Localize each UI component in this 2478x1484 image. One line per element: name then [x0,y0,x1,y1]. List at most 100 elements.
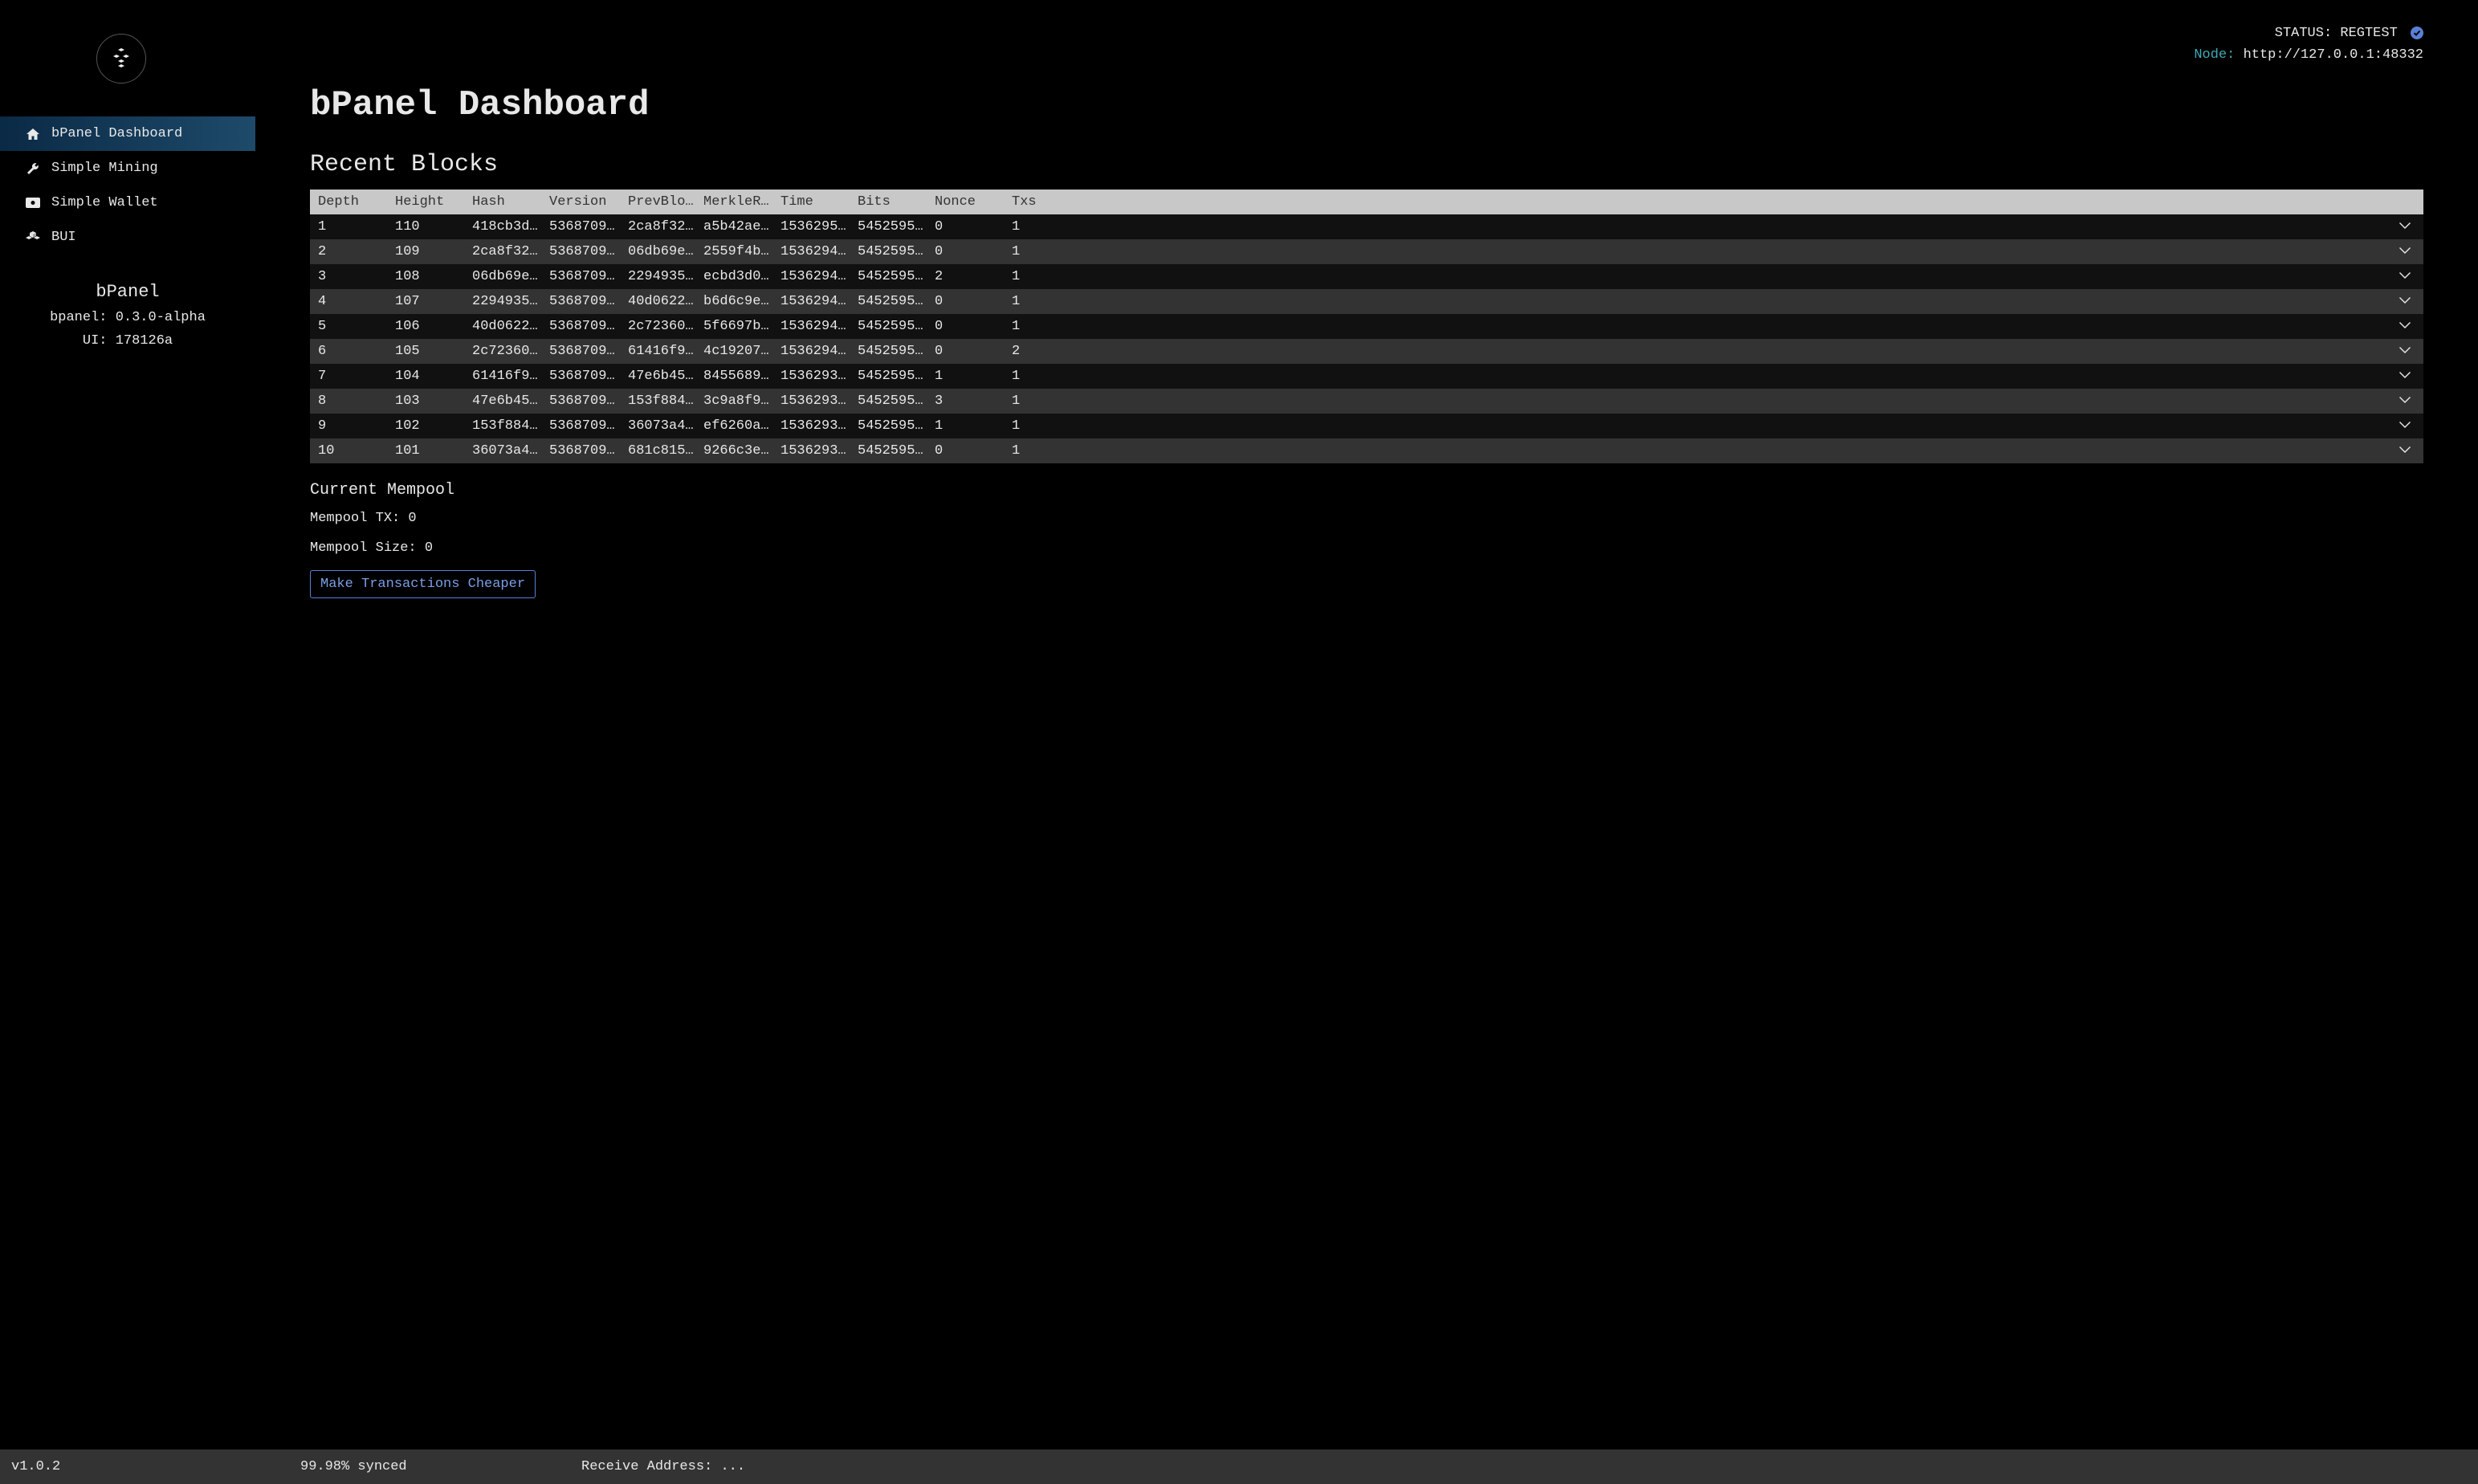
chevron-down-icon[interactable] [1052,319,2415,334]
cell-nonce: 0 [935,443,1012,459]
cell-hash: 2c72360… [472,344,549,359]
cell-merkleroot: b6d6c9e… [703,294,780,309]
cell-nonce: 1 [935,418,1012,434]
cell-merkleroot: 3c9a8f9… [703,393,780,409]
cell-bits: 5452595… [858,219,935,234]
chevron-down-icon[interactable] [1052,443,2415,459]
cell-depth: 6 [318,344,395,359]
sidebar-item-simple-wallet[interactable]: Simple Wallet [0,186,255,220]
cell-time: 1536294… [780,269,858,284]
status-value: REGTEST [2340,26,2397,41]
cell-bits: 5452595… [858,269,935,284]
col-nonce[interactable]: Nonce [935,194,1012,210]
cell-bits: 5452595… [858,393,935,409]
cell-txs: 1 [1012,393,1052,409]
table-header: Depth Height Hash Version PrevBlock Merk… [310,190,2423,214]
sidebar-item-label: Simple Mining [51,161,158,176]
cell-depth: 2 [318,244,395,259]
cell-version: 5368709… [549,294,628,309]
cell-time: 1536294… [780,344,858,359]
cell-merkleroot: 4c19207… [703,344,780,359]
cell-time: 1536293… [780,443,858,459]
wrench-icon [26,162,40,175]
cell-prevblock: 2294935… [628,269,703,284]
col-version[interactable]: Version [549,194,628,210]
cell-hash: 2294935… [472,294,549,309]
cell-height: 108 [395,269,472,284]
cell-hash: 47e6b45… [472,393,549,409]
chevron-down-icon[interactable] [1052,294,2415,309]
sidebar-item-label: Simple Wallet [51,195,158,210]
cell-txs: 1 [1012,443,1052,459]
cell-height: 106 [395,319,472,334]
sidebar-item-simple-mining[interactable]: Simple Mining [0,151,255,186]
cell-txs: 2 [1012,344,1052,359]
chevron-down-icon[interactable] [1052,369,2415,384]
col-prevblock[interactable]: PrevBlock [628,194,703,210]
cell-hash: 61416f9… [472,369,549,384]
table-row[interactable]: 1010136073a4…5368709…681c815…9266c3e…153… [310,438,2423,463]
col-hash[interactable]: Hash [472,194,549,210]
sidebar: bPanel Dashboard Simple Mining Simple Wall… [0,0,255,1449]
table-row[interactable]: 1110418cb3d…5368709…2ca8f32…a5b42ae…1536… [310,214,2423,239]
cell-nonce: 0 [935,219,1012,234]
sidebar-item-bpanel-dashboard[interactable]: bPanel Dashboard [0,116,255,151]
table-row[interactable]: 510640d0622…5368709…2c72360…5f6697b…1536… [310,314,2423,339]
table-row[interactable]: 310806db69e…5368709…2294935…ecbd3d0…1536… [310,264,2423,289]
chevron-down-icon[interactable] [1052,393,2415,409]
node-label: Node: [2194,47,2235,63]
cell-bits: 5452595… [858,244,935,259]
cell-version: 5368709… [549,344,628,359]
col-bits[interactable]: Bits [858,194,935,210]
cell-prevblock: 681c815… [628,443,703,459]
chevron-down-icon[interactable] [1052,418,2415,434]
cell-txs: 1 [1012,418,1052,434]
cell-merkleroot: 2559f4b… [703,244,780,259]
cell-prevblock: 2ca8f32… [628,219,703,234]
sidebar-item-label: bPanel Dashboard [51,126,182,141]
cell-merkleroot: a5b42ae… [703,219,780,234]
table-row[interactable]: 41072294935…5368709…40d0622…b6d6c9e…1536… [310,289,2423,314]
cell-merkleroot: ef6260a… [703,418,780,434]
col-height[interactable]: Height [395,194,472,210]
cell-prevblock: 2c72360… [628,319,703,334]
mempool-size: Mempool Size: 0 [310,540,2423,556]
table-row[interactable]: 810347e6b45…5368709…153f884…3c9a8f9…1536… [310,389,2423,414]
chevron-down-icon[interactable] [1052,269,2415,284]
sidebar-item-bui[interactable]: BUI [0,220,255,255]
cell-prevblock: 36073a4… [628,418,703,434]
cell-bits: 5452595… [858,443,935,459]
cell-nonce: 2 [935,269,1012,284]
wallet-icon [26,198,40,208]
cell-txs: 1 [1012,294,1052,309]
cell-time: 1536294… [780,244,858,259]
cell-bits: 5452595… [858,369,935,384]
col-txs[interactable]: Txs [1012,194,1052,210]
cell-nonce: 1 [935,369,1012,384]
col-time[interactable]: Time [780,194,858,210]
cell-depth: 5 [318,319,395,334]
col-merkleroot[interactable]: MerkleRoot [703,194,780,210]
chevron-down-icon[interactable] [1052,344,2415,359]
cell-txs: 1 [1012,219,1052,234]
make-transactions-cheaper-button[interactable]: Make Transactions Cheaper [310,570,536,598]
main-content: STATUS: REGTEST Node: http://127.0.0.1:4… [255,0,2478,1449]
cell-nonce: 3 [935,393,1012,409]
check-circle-icon [2411,26,2423,39]
cell-nonce: 0 [935,344,1012,359]
page-title: bPanel Dashboard [310,85,2423,125]
table-row[interactable]: 9102153f884…5368709…36073a4…ef6260a…1536… [310,414,2423,438]
cell-height: 105 [395,344,472,359]
footer-sync: 99.98% synced [300,1459,581,1474]
chevron-down-icon[interactable] [1052,219,2415,234]
mempool-title: Current Mempool [310,481,2423,499]
blocks-table: Depth Height Hash Version PrevBlock Merk… [310,190,2423,463]
cell-height: 101 [395,443,472,459]
cell-height: 110 [395,219,472,234]
table-row[interactable]: 61052c72360…5368709…61416f9…4c19207…1536… [310,339,2423,364]
chevron-down-icon[interactable] [1052,244,2415,259]
col-depth[interactable]: Depth [318,194,395,210]
cell-version: 5368709… [549,319,628,334]
table-row[interactable]: 21092ca8f32…5368709…06db69e…2559f4b…1536… [310,239,2423,264]
table-row[interactable]: 710461416f9…5368709…47e6b45…8455689…1536… [310,364,2423,389]
